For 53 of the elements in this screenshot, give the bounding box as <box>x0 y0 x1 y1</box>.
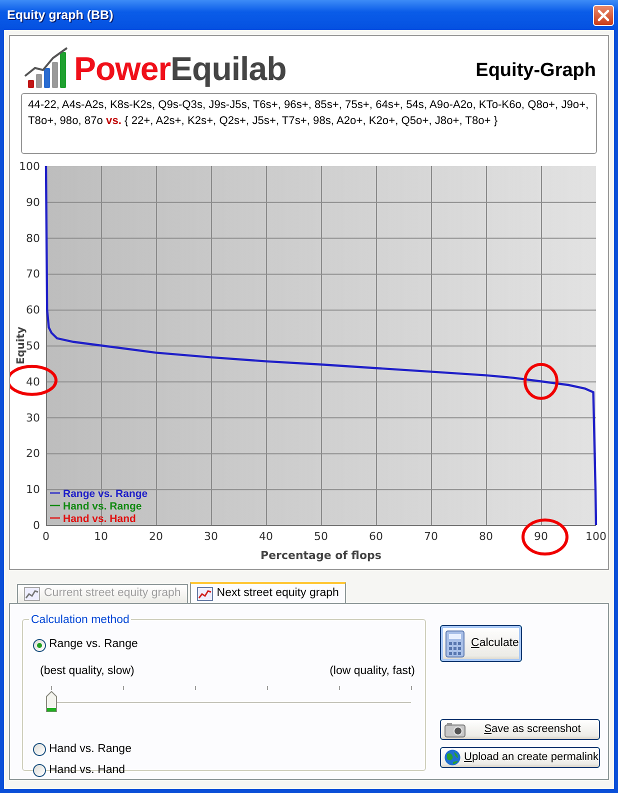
close-button[interactable] <box>593 4 614 26</box>
x-tick-label: 30 <box>204 530 218 543</box>
y-tick-label: 70 <box>26 268 40 281</box>
screenshot-button[interactable]: Save as screenshot <box>440 719 600 740</box>
option-label: Range vs. Range <box>49 637 138 652</box>
annotation-circle <box>522 518 568 556</box>
window-title: Equity graph (BB) <box>7 6 114 24</box>
option-label: Hand vs. Range <box>49 742 132 757</box>
legend-label: Hand vs. Hand <box>63 513 136 525</box>
line-chart-icon <box>24 587 40 601</box>
x-tick-label: 50 <box>314 530 328 543</box>
y-tick-label: 40 <box>26 375 40 388</box>
x-tick-label: 80 <box>479 530 493 543</box>
legend-label: Range vs. Range <box>63 488 148 500</box>
x-tick-label: 0 <box>42 530 50 543</box>
x-axis-label: Percentage of flops <box>260 549 382 562</box>
x-tick-label: 10 <box>94 530 108 543</box>
slider-thumb[interactable] <box>46 691 57 712</box>
y-tick-label: 20 <box>26 447 40 460</box>
x-tick-label: 60 <box>369 530 383 543</box>
y-tick-label: 90 <box>26 196 40 209</box>
bar-chart-icon <box>22 46 70 90</box>
annotation-circle <box>524 362 558 400</box>
y-axis-label: Equity <box>15 326 27 364</box>
camera-icon <box>444 722 466 738</box>
x-tick-label: 20 <box>149 530 163 543</box>
calculate-button[interactable]: Calculate <box>440 625 522 662</box>
close-icon <box>597 8 610 22</box>
slider-label: (low quality, fast) <box>330 664 415 679</box>
calculator-icon <box>445 630 465 658</box>
y-tick-label: 60 <box>26 304 40 317</box>
x-tick-label: 70 <box>424 530 438 543</box>
x-tick-label: 100 <box>586 530 606 543</box>
permalink-button[interactable]: Upload an create permalink <box>440 747 600 768</box>
logo-text: PowerEquilab <box>74 52 286 85</box>
y-tick-label: 10 <box>26 483 40 496</box>
radio-button[interactable] <box>33 742 46 756</box>
globe-icon <box>444 749 461 766</box>
y-tick-label: 50 <box>26 340 40 352</box>
line-chart-icon <box>196 586 213 600</box>
x-tick-label: 90 <box>534 530 548 543</box>
y-tick-label: 0 <box>33 519 40 532</box>
y-tick-label: 80 <box>26 232 40 245</box>
slider-label: (best quality, slow) <box>40 664 134 679</box>
radio-button[interactable] <box>33 638 46 652</box>
legend-label: Hand vs. Range <box>63 500 142 512</box>
radio-button[interactable] <box>33 764 46 777</box>
tab[interactable]: Next street equity graph <box>190 582 346 603</box>
y-tick-label: 30 <box>26 411 40 424</box>
option-label: Hand vs. Hand <box>49 762 126 778</box>
graph-title: Equity-Graph <box>476 58 596 83</box>
x-tick-label: 40 <box>259 530 273 543</box>
y-tick-label: 100 <box>19 160 40 173</box>
